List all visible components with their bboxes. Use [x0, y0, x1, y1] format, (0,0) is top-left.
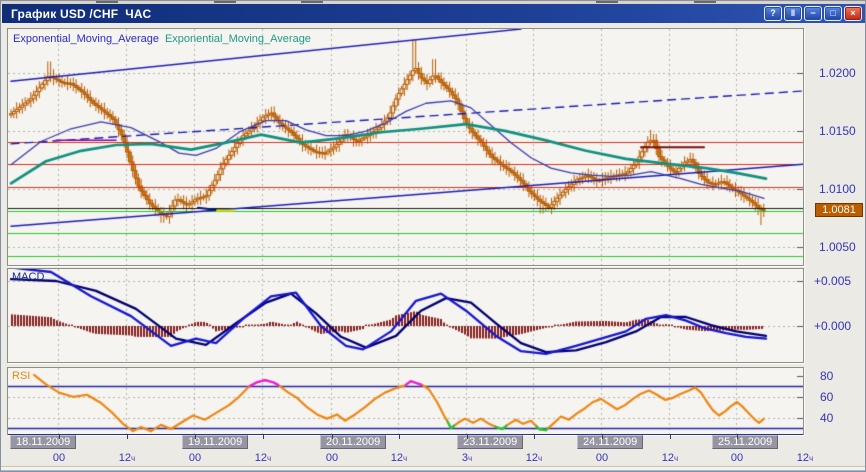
time-tick-label: 12ч	[390, 452, 408, 464]
macd-label: MACD	[12, 271, 45, 283]
time-axis-tick	[467, 435, 468, 439]
price-axis-label: 1.0200	[819, 66, 856, 81]
rsi-axis-label: 40	[820, 410, 834, 425]
time-axis-tick	[332, 435, 333, 439]
price-axis-label: 1.0150	[819, 124, 856, 139]
time-axis-tick	[195, 435, 196, 439]
macd-axis-label: +0.005	[814, 274, 852, 288]
close-button[interactable]: ×	[844, 6, 862, 21]
chart-window: График USD /CHF ЧАС ? ‖ − □ × Exponential_Mo…	[0, 0, 866, 472]
macd-chart-plot[interactable]	[8, 269, 803, 362]
time-tick-label: 00	[188, 452, 202, 464]
question-icon: ?	[770, 8, 776, 18]
time-tick-label: 00	[595, 452, 609, 464]
time-axis-tick	[399, 435, 400, 439]
rsi-chart-plot[interactable]	[8, 368, 803, 434]
time-axis-tick	[670, 435, 671, 439]
toolbar-edge-marks	[96, 1, 118, 3]
rsi-axis-label: 80	[820, 369, 834, 383]
time-tick-label: 12ч	[661, 452, 679, 464]
date-badge: 19.11.2009	[182, 435, 249, 449]
minimize-icon: −	[810, 8, 816, 18]
rsi-axis-label: 60	[820, 389, 834, 404]
price-panel: Exponential_Moving_Average Exponential_Mo…	[7, 28, 804, 266]
price-chart-plot[interactable]	[8, 29, 803, 265]
time-tick-label: 3ч	[461, 452, 473, 464]
rsi-panel: RSI	[7, 367, 804, 435]
time-tick-label: 00	[730, 452, 744, 464]
time-axis-tick	[602, 435, 603, 439]
time-axis-tick	[534, 435, 535, 439]
maximize-button[interactable]: □	[824, 6, 842, 21]
ema-legend-2: Exponential_Moving_Average	[164, 33, 311, 45]
bottom-strip	[1, 466, 865, 471]
minimize-button[interactable]: −	[804, 6, 822, 21]
current-price-badge: 1.0081	[815, 203, 863, 218]
indicator-legend: Exponential_Moving_Average Exponential_Mo…	[13, 33, 311, 45]
window-title: График USD /CHF ЧАС	[11, 6, 152, 21]
titlebar[interactable]: График USD /CHF ЧАС ? ‖ − □ ×	[2, 4, 865, 23]
time-tick-label: 12ч	[118, 452, 136, 464]
time-tick-label: 00	[52, 452, 66, 464]
ema-legend-1: Exponential_Moving_Average	[13, 33, 159, 45]
time-tick-label: 12ч	[525, 452, 543, 464]
time-axis-tick	[127, 435, 128, 439]
time-axis-tick	[59, 435, 60, 439]
date-badge: 20.11.2009	[320, 435, 387, 449]
date-badge: 24.11.2009	[577, 435, 644, 449]
price-axis-label: 1.0100	[819, 182, 856, 197]
time-axis-tick	[737, 435, 738, 439]
pause-button[interactable]: ‖	[784, 6, 802, 21]
date-badge: 18.11.2009	[10, 435, 77, 449]
time-axis-tick	[263, 435, 264, 439]
chart-client-area: Exponential_Moving_Average Exponential_Mo…	[2, 23, 865, 466]
time-tick-label: 00	[325, 452, 339, 464]
rsi-label: RSI	[12, 370, 31, 382]
macd-axis-label: +0.000	[814, 319, 852, 333]
help-button[interactable]: ?	[764, 6, 782, 21]
pause-icon: ‖	[790, 8, 796, 18]
price-axis-label: 1.0050	[819, 240, 856, 255]
macd-panel: MACD	[7, 268, 804, 363]
time-tick-label: 12ч	[796, 452, 814, 464]
window-buttons: ? ‖ − □ ×	[764, 6, 862, 21]
date-badge: 25.11.2009	[712, 435, 779, 449]
time-tick-label: 12ч	[254, 452, 272, 464]
maximize-icon: □	[830, 8, 836, 18]
close-icon: ×	[850, 8, 856, 18]
